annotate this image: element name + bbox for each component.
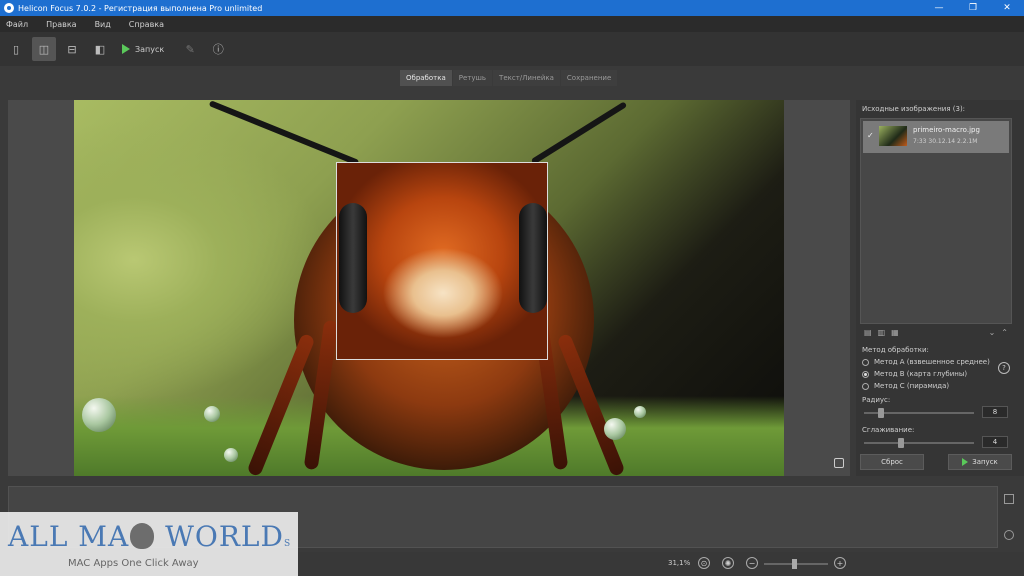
- maximize-button[interactable]: ❐: [956, 0, 990, 16]
- magnifier-box[interactable]: [336, 162, 548, 360]
- bee-photo: [74, 100, 784, 476]
- zoom-out-icon[interactable]: −: [746, 557, 758, 569]
- play-icon: [122, 44, 130, 54]
- radio-icon: [862, 358, 869, 366]
- image-filename: primeiro-macro.jpg: [913, 126, 980, 134]
- watermark-brand-left: ALL MA: [8, 520, 130, 553]
- tab-text-ruler[interactable]: Текст/Линейка: [493, 70, 560, 86]
- method-b-label: Метод B (карта глубины): [874, 370, 968, 378]
- thumbnail: [879, 126, 907, 146]
- radius-slider-knob[interactable]: [878, 408, 884, 418]
- apple-logo-icon: [130, 523, 155, 549]
- method-c-label: Метод C (пирамида): [874, 382, 950, 390]
- play-icon: [962, 458, 969, 466]
- watermark-brand-s: S: [283, 539, 292, 549]
- add-file-icon[interactable]: ▤: [864, 328, 872, 338]
- tab-processing[interactable]: Обработка: [400, 70, 452, 86]
- image-meta: 7:33 30.12.14 2.2.1M: [913, 138, 978, 145]
- strip-refresh-icon[interactable]: [1004, 530, 1014, 540]
- water-drop: [604, 418, 626, 440]
- add-folder-icon[interactable]: ▥: [878, 328, 886, 338]
- watermark-tagline: MAC Apps One Click Away: [68, 558, 199, 569]
- water-drop: [634, 406, 646, 418]
- window-controls: — ❐ ✕: [922, 0, 1024, 16]
- method-help-icon[interactable]: ?: [998, 362, 1010, 374]
- menu-help[interactable]: Справка: [129, 20, 164, 29]
- toolbar-run-button[interactable]: Запуск: [122, 44, 164, 54]
- zoom-slider-knob[interactable]: [792, 559, 797, 569]
- split-view-vertical-icon[interactable]: ◫: [32, 37, 56, 61]
- mode-tabs: Обработка Ретушь Текст/Линейка Сохранени…: [400, 70, 618, 86]
- radio-selected-icon: [862, 370, 869, 378]
- water-drop: [204, 406, 220, 422]
- smoothing-spinbox[interactable]: 4: [982, 436, 1008, 448]
- stack-icon[interactable]: ✎: [178, 37, 202, 61]
- smoothing-slider-knob[interactable]: [898, 438, 904, 448]
- list-item[interactable]: ✓ primeiro-macro.jpg 7:33 30.12.14 2.2.1…: [863, 121, 1009, 153]
- fit-view-icon[interactable]: [834, 458, 844, 468]
- watermark-logo: ALL MA WORLDS: [8, 520, 291, 553]
- method-b-radio[interactable]: Метод B (карта глубины): [862, 370, 967, 378]
- watermark-brand-right: WORLD: [155, 520, 284, 553]
- check-icon[interactable]: ✓: [867, 131, 874, 140]
- close-button[interactable]: ✕: [990, 0, 1024, 16]
- water-drop: [224, 448, 238, 462]
- radius-slider[interactable]: [864, 408, 974, 418]
- strip-settings-icon[interactable]: [1004, 494, 1014, 504]
- menu-bar: Файл Правка Вид Справка: [0, 16, 1024, 32]
- zoom-in-icon[interactable]: +: [834, 557, 846, 569]
- app-icon: [4, 3, 14, 13]
- right-panel: Исходные изображения (3): ✓ primeiro-mac…: [856, 100, 1024, 476]
- radius-spinbox[interactable]: 8: [982, 406, 1008, 418]
- split-view-horizontal-icon[interactable]: ⊟: [60, 37, 84, 61]
- method-a-label: Метод A (взвешенное среднее): [874, 358, 990, 366]
- toolbar-run-label: Запуск: [135, 44, 165, 54]
- fit-icon[interactable]: ⊙: [698, 557, 710, 569]
- run-button-label: Запуск: [972, 458, 998, 466]
- tab-retouch[interactable]: Ретушь: [452, 70, 493, 86]
- chevron-down-icon[interactable]: ⌄: [989, 328, 996, 338]
- help-icon[interactable]: ⓘ: [206, 37, 230, 61]
- water-drop: [82, 398, 116, 432]
- reset-button[interactable]: Сброс: [860, 454, 924, 470]
- title-bar: Helicon Focus 7.0.2 - Регистрация выполн…: [0, 0, 1024, 16]
- tab-save[interactable]: Сохранение: [560, 70, 618, 86]
- menu-view[interactable]: Вид: [95, 20, 111, 29]
- source-images-title: Исходные изображения (3):: [862, 105, 966, 113]
- image-viewer[interactable]: [8, 100, 850, 476]
- bee-eye-left: [339, 203, 367, 313]
- method-a-radio[interactable]: Метод A (взвешенное среднее): [862, 358, 990, 366]
- method-title: Метод обработки:: [862, 346, 929, 354]
- zoom-level: 31,1%: [668, 559, 691, 567]
- chevron-up-icon[interactable]: ⌃: [1001, 328, 1008, 338]
- run-button[interactable]: Запуск: [948, 454, 1012, 470]
- window-title: Helicon Focus 7.0.2 - Регистрация выполн…: [18, 3, 263, 13]
- stack-remove-icon[interactable]: ▦: [891, 328, 899, 338]
- menu-edit[interactable]: Правка: [46, 20, 76, 29]
- antenna-left: [208, 100, 360, 166]
- bee-eye-right: [519, 203, 547, 313]
- smoothing-slider[interactable]: [864, 438, 974, 448]
- minimize-button[interactable]: —: [922, 0, 956, 16]
- zoom-slider[interactable]: [764, 559, 828, 569]
- smoothing-label: Сглаживание:: [862, 426, 915, 434]
- toolbar: ▯ ◫ ⊟ ◧ Запуск ✎ ⓘ: [0, 32, 1024, 66]
- menu-file[interactable]: Файл: [6, 20, 28, 29]
- list-toolbar: ▤ ▥ ▦ ⌄ ⌃: [864, 328, 1014, 338]
- new-document-icon[interactable]: ▯: [4, 37, 28, 61]
- source-image-list[interactable]: ✓ primeiro-macro.jpg 7:33 30.12.14 2.2.1…: [860, 118, 1012, 324]
- book-icon[interactable]: ◧: [88, 37, 112, 61]
- watermark: ALL MA WORLDS MAC Apps One Click Away: [0, 512, 298, 576]
- method-c-radio[interactable]: Метод C (пирамида): [862, 382, 949, 390]
- actual-size-icon[interactable]: ✺: [722, 557, 734, 569]
- antenna-right: [530, 101, 628, 165]
- radius-label: Радиус:: [862, 396, 891, 404]
- radio-icon: [862, 382, 869, 390]
